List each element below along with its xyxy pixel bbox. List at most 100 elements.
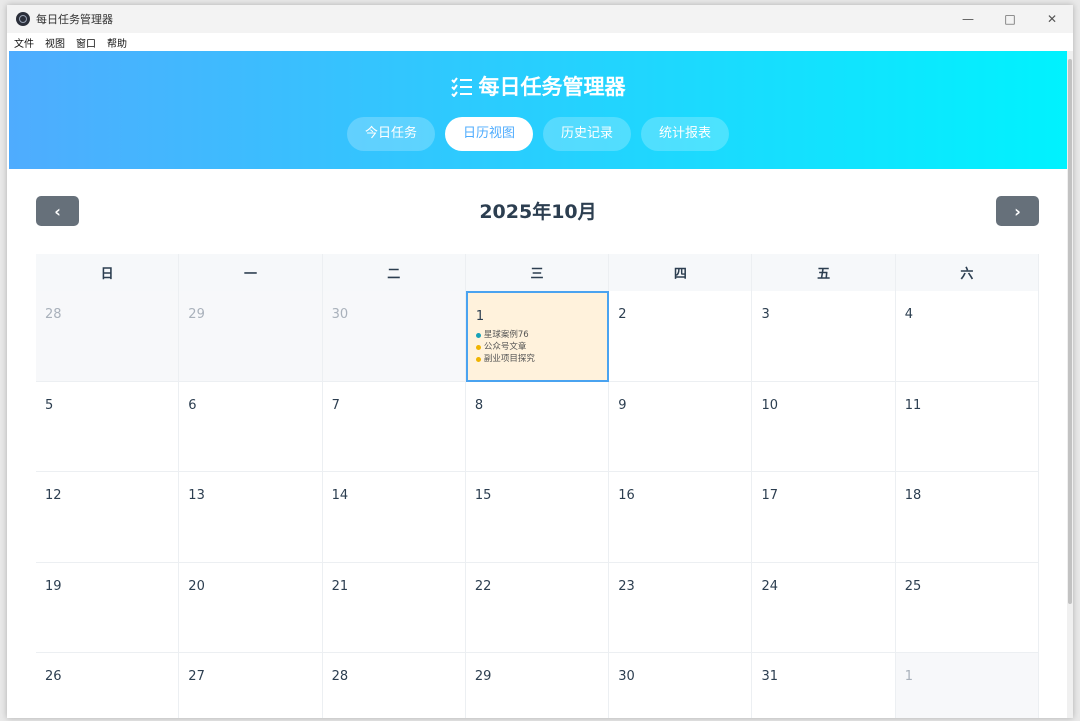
day-cell[interactable]: 3 <box>752 291 896 382</box>
calendar-days: 28 29 30 1 星球案例76 公众号文章 副业项目探究 2 3 4 5 6 7 8 9 10 11 12 13… <box>36 291 1040 718</box>
day-cell[interactable]: 16 <box>609 472 753 563</box>
scrollbar[interactable] <box>1067 51 1073 718</box>
maximize-icon[interactable]: □ <box>989 5 1031 33</box>
day-number: 20 <box>188 578 205 594</box>
day-cell[interactable]: 12 <box>36 472 180 563</box>
day-cell[interactable]: 10 <box>752 381 896 473</box>
day-number: 19 <box>45 578 62 594</box>
day-number: 13 <box>188 488 205 504</box>
day-cell[interactable]: 2 <box>609 291 753 382</box>
day-cell[interactable]: 25 <box>895 562 1040 654</box>
weekday-label: 四 <box>609 254 753 291</box>
day-number: 18 <box>904 488 922 504</box>
day-cell[interactable]: 14 <box>322 472 466 563</box>
task-item[interactable]: 副业项目探究 <box>475 353 535 365</box>
day-cell[interactable]: 4 <box>895 291 1040 382</box>
weekday-header: 日一二三四五六 <box>36 254 1040 291</box>
tab-today-tasks[interactable]: 今日任务 <box>346 117 435 151</box>
day-number: 23 <box>618 578 635 594</box>
menu-help[interactable]: 帮助 <box>103 35 131 50</box>
weekday-label: 五 <box>752 254 896 291</box>
day-cell[interactable]: 22 <box>465 562 610 654</box>
nav-tabs: 今日任务 日历视图 历史记录 统计报表 <box>9 117 1067 151</box>
day-cell[interactable]: 6 <box>179 381 323 473</box>
weekday-label: 二 <box>323 254 466 291</box>
chevron-right-icon: › <box>1014 201 1021 221</box>
day-cell[interactable]: 8 <box>465 381 610 473</box>
task-item[interactable]: 公众号文章 <box>475 341 535 353</box>
day-number: 26 <box>45 669 62 685</box>
calendar-panel: ‹ 2025年10月 › 日一二三四五六 28 29 30 1 星球案例76 公众号文章副… <box>9 169 1067 718</box>
day-cell[interactable]: 20 <box>179 562 323 654</box>
day-number: 17 <box>761 488 779 504</box>
task-text: 副业项目探究 <box>483 354 535 364</box>
day-cell[interactable]: 15 <box>465 472 610 563</box>
day-cell[interactable]: 13 <box>179 472 323 563</box>
day-number: 1 <box>904 669 914 685</box>
day-cell[interactable]: 24 <box>752 562 896 654</box>
month-title: 2025年10月 <box>479 201 597 223</box>
tab-statistics[interactable]: 统计报表 <box>641 117 730 151</box>
day-cell[interactable]: 29 <box>179 291 323 382</box>
day-cell[interactable]: 29 <box>465 653 610 718</box>
weekday-label: 三 <box>466 254 610 291</box>
day-number: 28 <box>45 307 62 322</box>
task-list: 星球案例76 公众号文章副业项目探究 <box>475 329 535 365</box>
day-number: 14 <box>331 488 349 504</box>
day-number: 15 <box>474 488 492 504</box>
day-number: 3 <box>761 307 770 322</box>
day-number: 31 <box>761 669 779 685</box>
day-cell[interactable]: 21 <box>322 562 466 654</box>
day-cell[interactable]: 30 <box>609 653 753 718</box>
checklist-icon <box>450 77 472 98</box>
weekday-label: 一 <box>179 254 323 291</box>
day-number: 30 <box>331 307 349 322</box>
tab-calendar-view[interactable]: 日历视图 <box>444 117 533 151</box>
day-cell[interactable]: 9 <box>609 381 753 473</box>
day-cell[interactable]: 26 <box>36 653 180 718</box>
weekday-label: 日 <box>36 254 180 291</box>
scroll-thumb[interactable] <box>1068 59 1072 604</box>
app-header: 每日任务管理器 今日任务 日历视图 历史记录 统计报表 <box>9 51 1067 169</box>
day-cell[interactable]: 28 <box>36 291 180 382</box>
day-number: 27 <box>188 669 205 685</box>
day-number: 1 <box>475 309 485 324</box>
day-cell[interactable]: 18 <box>895 472 1040 563</box>
day-cell[interactable]: 5 <box>36 381 180 473</box>
status-dot-icon <box>475 344 481 350</box>
day-cell[interactable]: 30 <box>322 291 466 382</box>
day-cell[interactable]: 1 <box>895 653 1040 718</box>
app-window: 每日任务管理器 — □ ✕ 文件 视图 窗口 帮助 每日任务管理器 今日任务 日… <box>7 5 1073 718</box>
day-cell-today[interactable]: 1 星球案例76 公众号文章副业项目探究 <box>465 291 610 382</box>
day-number: 29 <box>188 307 205 322</box>
task-item[interactable]: 星球案例76 <box>475 329 535 341</box>
menu-window[interactable]: 窗口 <box>72 35 100 50</box>
day-cell[interactable]: 17 <box>752 472 896 563</box>
day-cell[interactable]: 19 <box>36 562 180 654</box>
day-number: 28 <box>331 669 349 685</box>
day-number: 5 <box>45 397 54 413</box>
day-number: 24 <box>761 578 779 594</box>
day-cell[interactable]: 23 <box>609 562 753 654</box>
day-number: 29 <box>474 669 492 685</box>
day-number: 2 <box>618 307 627 322</box>
title-bar: 每日任务管理器 — □ ✕ <box>7 5 1073 33</box>
day-cell[interactable]: 11 <box>895 381 1040 473</box>
menu-bar: 文件 视图 窗口 帮助 <box>7 33 1073 51</box>
day-cell[interactable]: 31 <box>752 653 896 718</box>
day-number: 25 <box>904 578 922 594</box>
app-title-text: 每日任务管理器 <box>478 75 626 99</box>
minimize-icon[interactable]: — <box>947 5 989 33</box>
day-number: 6 <box>188 397 197 413</box>
task-text: 星球案例76 <box>483 330 529 340</box>
window-title: 每日任务管理器 <box>36 13 113 26</box>
menu-view[interactable]: 视图 <box>41 35 69 50</box>
close-icon[interactable]: ✕ <box>1031 5 1073 33</box>
day-cell[interactable]: 27 <box>179 653 323 718</box>
day-cell[interactable]: 28 <box>322 653 466 718</box>
next-month-button[interactable]: › <box>996 196 1039 226</box>
task-text: 公众号文章 <box>483 342 527 352</box>
tab-history[interactable]: 历史记录 <box>543 117 632 151</box>
day-cell[interactable]: 7 <box>322 381 466 473</box>
menu-file[interactable]: 文件 <box>10 35 38 50</box>
